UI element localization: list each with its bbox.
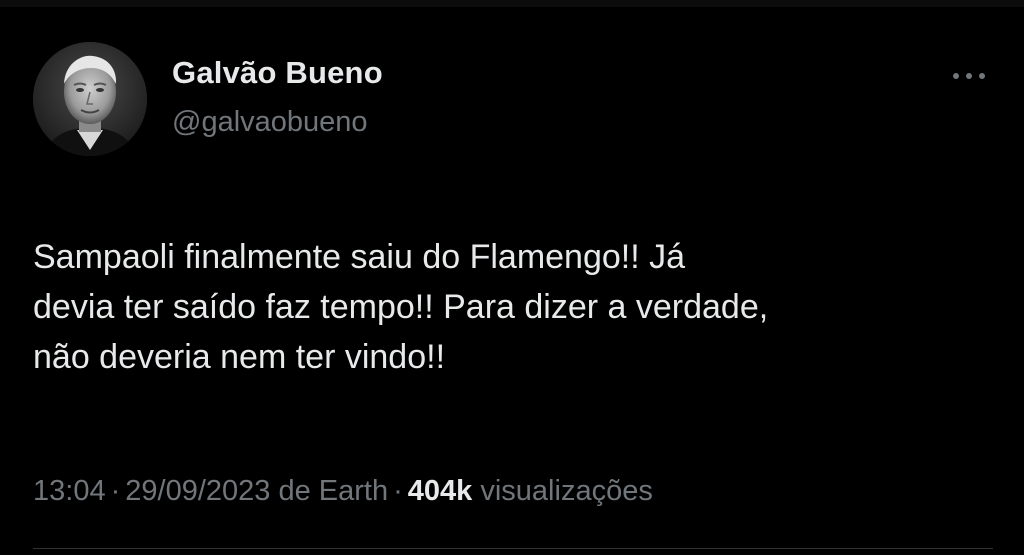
more-dot (953, 73, 959, 79)
more-horizontal-icon[interactable] (944, 60, 994, 90)
meta-separator: · (393, 475, 403, 507)
views-label[interactable]: visualizações (480, 475, 652, 507)
avatar-photo (33, 42, 147, 156)
tweet-meta: 13:04 · 29/09/2023 de Earth · 404k visualiza… (33, 475, 653, 508)
author-handle[interactable]: @galvaobueno (172, 106, 368, 139)
bottom-divider (33, 548, 993, 549)
meta-separator: · (110, 475, 121, 507)
tweet-card: Galvão Bueno @galvaobueno Sampaoli final… (0, 0, 1024, 555)
more-dot (979, 73, 985, 79)
author-display-name[interactable]: Galvão Bueno (172, 55, 383, 91)
more-dot (966, 73, 972, 79)
tweet-time[interactable]: 13:04 (33, 475, 106, 507)
tweet-date[interactable]: 29/09/2023 (125, 475, 270, 507)
tweet-source: de Earth (278, 475, 389, 507)
top-divider (0, 0, 1024, 7)
avatar[interactable] (33, 42, 147, 156)
views-count[interactable]: 404k (408, 475, 473, 507)
tweet-text: Sampaoli finalmente saiu do Flamengo!! J… (33, 238, 769, 376)
